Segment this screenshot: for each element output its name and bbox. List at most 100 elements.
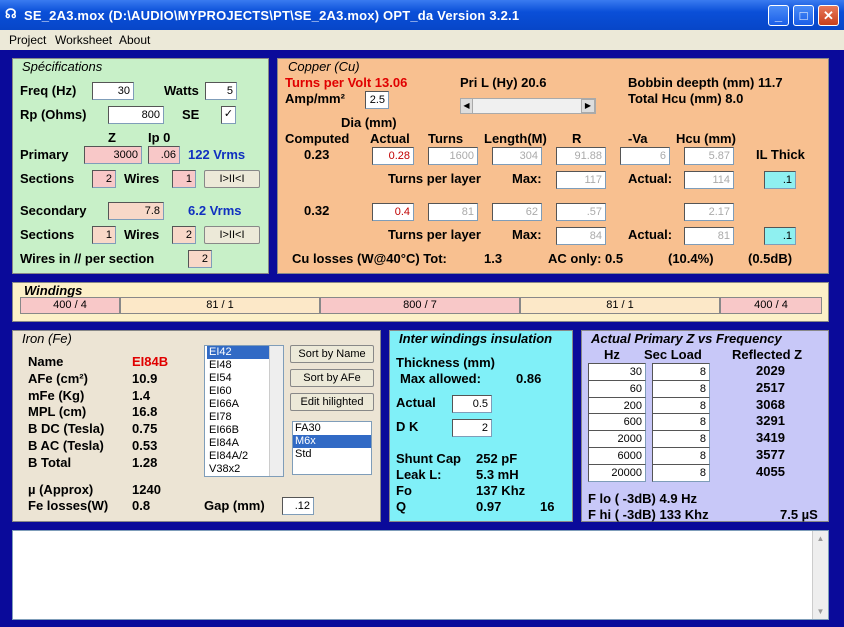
ins-row-label: Shunt Cap [396, 451, 461, 466]
material-item[interactable]: M6x [293, 435, 371, 448]
freq-load-input[interactable]: 8 [652, 379, 710, 398]
gap-label: Gap (mm) [204, 498, 265, 513]
freq-load-input[interactable]: 8 [652, 430, 710, 449]
cu-losses-db: (0.5dB) [748, 251, 793, 266]
material-item[interactable]: Std [293, 448, 371, 461]
wires-parallel-label: Wires in // per section [20, 251, 155, 266]
iron-row-label: Name [28, 354, 64, 369]
secondary-tpl-actual: 81 [684, 227, 734, 245]
freq-input[interactable]: 30 [92, 82, 134, 100]
scroll-down-icon[interactable]: ▼ [813, 604, 828, 619]
watts-input[interactable]: 5 [205, 82, 237, 100]
sort-by-name-button[interactable]: Sort by Name [290, 345, 374, 363]
freq-load-input[interactable]: 8 [652, 363, 710, 381]
secondary-sections-input[interactable]: 1 [92, 226, 116, 244]
se-checkbox[interactable]: ✓ [221, 106, 236, 124]
amp-label: Amp/mm² [285, 91, 345, 106]
core-item[interactable]: EI66A [207, 398, 271, 411]
max-allowed-label: Max allowed: [400, 371, 481, 386]
notes-textarea[interactable]: ▲ ▼ [12, 530, 829, 620]
core-item[interactable]: EI66B [207, 424, 271, 437]
va-label: -Va [628, 131, 648, 146]
freq-hz-input[interactable]: 30 [588, 363, 646, 381]
freq-hz-input[interactable]: 2000 [588, 430, 646, 449]
secondary-il-thick-input[interactable]: .1 [764, 227, 796, 245]
freq-hz-input[interactable]: 6000 [588, 447, 646, 465]
freq-load-input[interactable]: 8 [652, 447, 710, 465]
edit-highlighted-button[interactable]: Edit hilighted [290, 393, 374, 411]
sort-by-afe-button[interactable]: Sort by AFe [290, 369, 374, 387]
menu-project[interactable]: Project [9, 33, 46, 47]
ins-row-value: 252 pF [476, 451, 518, 466]
scroll-up-icon[interactable]: ▲ [813, 531, 828, 546]
primary-tpl-actual: 114 [684, 171, 734, 189]
wires-parallel-input[interactable]: 2 [188, 250, 212, 268]
core-item[interactable]: EI84A [207, 437, 271, 450]
gap-input[interactable]: .12 [282, 497, 314, 515]
iron-row-value: 16.8 [132, 404, 158, 420]
freq-hz-input[interactable]: 200 [588, 396, 646, 415]
freq-load-input[interactable]: 8 [652, 396, 710, 415]
sections-label: Sections [20, 171, 75, 186]
primary-length: 304 [492, 147, 542, 165]
ins-row-value: 5.3 mH [476, 467, 519, 482]
core-list-scrollbar[interactable] [269, 346, 283, 476]
winding-segment: 81 / 1 [120, 297, 320, 314]
primary-il-thick-input[interactable]: .1 [764, 171, 796, 189]
close-button[interactable]: ✕ [818, 5, 839, 26]
primary-actual-dia-input[interactable]: 0.28 [372, 147, 414, 165]
max-allowed-value: 0.86 [516, 371, 542, 386]
core-item[interactable]: V38x2 [207, 463, 271, 476]
core-item[interactable]: EI42 [207, 346, 271, 359]
menu-about[interactable]: About [119, 33, 150, 47]
primary-sections-input[interactable]: 2 [92, 170, 116, 188]
wires-label-2: Wires [124, 227, 160, 242]
winding-segment: 400 / 4 [20, 297, 120, 314]
slider-right-icon[interactable]: ▶ [581, 99, 595, 113]
core-item[interactable]: EI54 [207, 372, 271, 385]
freq-hz-input[interactable]: 20000 [588, 463, 646, 482]
maximize-button[interactable]: □ [793, 5, 814, 26]
primary-ip0-input[interactable]: .06 [148, 146, 180, 164]
freq-hz-input[interactable]: 60 [588, 379, 646, 398]
il-thick-label: IL Thick [756, 147, 805, 162]
core-item[interactable]: EI48 [207, 359, 271, 372]
minimize-button[interactable]: _ [768, 5, 789, 26]
iron-row-label: B DC (Tesla) [28, 421, 105, 437]
reflected-z-value: 3419 [756, 430, 785, 446]
secondary-vrms: 6.2 Vrms [188, 203, 242, 218]
cu-losses-label: Cu losses (W@40°C) Tot: [292, 251, 447, 266]
freq-load-input[interactable]: 8 [652, 413, 710, 432]
slider-left-icon[interactable]: ◀ [461, 99, 473, 113]
primary-wires-input[interactable]: 1 [172, 170, 196, 188]
dk-input[interactable]: 2 [452, 419, 492, 437]
computed-label: Computed [285, 131, 350, 146]
primary-z-input[interactable]: 3000 [84, 146, 142, 164]
core-list[interactable]: EI42 EI48 EI54 EI60 EI66A EI78 EI66B EI84A EI84A… [204, 345, 284, 477]
pril-slider[interactable]: ◀ ▶ [460, 98, 596, 114]
dia-label: Dia (mm) [341, 115, 397, 130]
menu-worksheet[interactable]: Worksheet [55, 33, 112, 47]
iron-row-label: mFe (Kg) [28, 387, 85, 403]
secondary-z-input[interactable]: 7.8 [108, 202, 164, 220]
freq-load-input[interactable]: 8 [652, 463, 710, 482]
rp-input[interactable]: 800 [108, 106, 164, 124]
secondary-sequence-button[interactable]: I>II<I [204, 226, 260, 244]
secondary-turns: 81 [428, 203, 478, 221]
bobbin-depth: Bobbin deepth (mm) 11.7 [628, 75, 783, 90]
notes-scrollbar[interactable]: ▲ ▼ [812, 531, 828, 619]
core-item[interactable]: EI78 [207, 411, 271, 424]
amp-input[interactable]: 2.5 [365, 91, 389, 109]
r-label: R [572, 131, 582, 146]
primary-computed-dia: 0.23 [304, 147, 330, 162]
secondary-actual-dia-input[interactable]: 0.4 [372, 203, 414, 221]
secondary-wires-input[interactable]: 2 [172, 226, 196, 244]
freq-hz-input[interactable]: 600 [588, 413, 646, 432]
primary-sequence-button[interactable]: I>II<I [204, 170, 260, 188]
core-item[interactable]: EI84A/2 [207, 450, 271, 463]
material-list[interactable]: FA30 M6x Std [292, 421, 372, 475]
title-bar: ☊ SE_2A3.mox (D:\AUDIO\MYPROJECTS\PT\SE_… [0, 0, 844, 30]
ins-actual-input[interactable]: 0.5 [452, 395, 492, 413]
material-item[interactable]: FA30 [293, 422, 371, 435]
core-item[interactable]: EI60 [207, 385, 271, 398]
